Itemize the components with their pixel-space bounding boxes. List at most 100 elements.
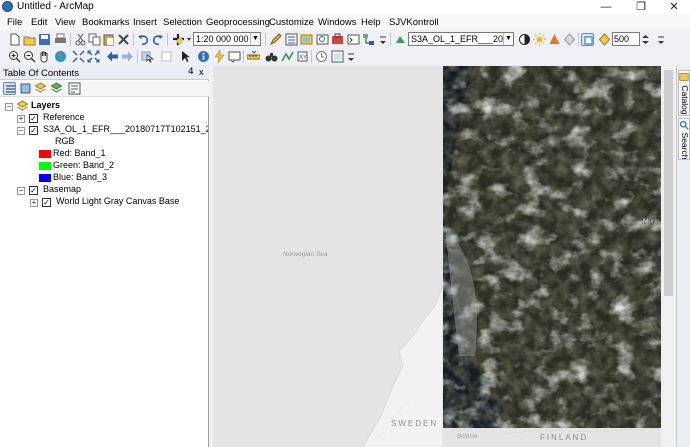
copy-icon[interactable] — [88, 33, 101, 46]
layers-root-label[interactable]: Layers — [31, 100, 60, 112]
zoom-out-icon[interactable] — [23, 50, 36, 63]
add-data-icon[interactable] — [172, 33, 192, 46]
cut-icon[interactable] — [74, 33, 87, 46]
close-button[interactable]: ✕ — [660, 0, 688, 14]
find-binoculars-icon[interactable] — [265, 50, 278, 63]
paste-icon[interactable] — [102, 33, 115, 46]
basemap-visibility-checkbox[interactable]: ✓ — [29, 186, 38, 195]
map-canvas[interactable]: Norwegian Sea SWEDEN FINLAND Bothnia Mur… — [213, 66, 661, 447]
zoom-in-icon[interactable] — [8, 50, 21, 63]
open-folder-icon[interactable] — [23, 33, 36, 46]
reference-visibility-checkbox[interactable]: ✓ — [29, 114, 38, 123]
html-popup-icon[interactable] — [228, 50, 241, 63]
transparency-icon[interactable] — [563, 33, 576, 46]
layer-basemap[interactable]: Basemap — [43, 184, 81, 196]
map-scale-combo[interactable]: 1:20 000 000 ▼ — [193, 32, 261, 46]
expand-reference-toggle[interactable]: + — [17, 115, 25, 123]
arcmap-app-icon — [2, 1, 13, 12]
editor-toolbar-icon[interactable] — [269, 33, 282, 46]
collapse-layers-toggle[interactable]: − — [5, 103, 13, 111]
layer-s3a-raster[interactable]: S3A_OL_1_EFR___20180717T102151_2018071 — [43, 124, 208, 136]
menu-sjvkontroll[interactable]: SJVKontroll — [389, 17, 439, 28]
menu-help[interactable]: Help — [361, 17, 381, 28]
hyperlink-lightning-icon[interactable] — [213, 50, 226, 63]
list-by-selection-icon[interactable] — [50, 82, 63, 95]
catalog-tab[interactable]: Catalog — [678, 70, 690, 116]
effects-flicker-icon[interactable] — [598, 33, 611, 46]
menu-windows[interactable]: Windows — [318, 17, 357, 28]
find-route-icon[interactable] — [281, 50, 294, 63]
table-of-contents-panel: Table Of Contents 4 x − Layers + ✓ Refer… — [0, 66, 209, 447]
new-document-icon[interactable] — [8, 33, 21, 46]
layer-light-gray-canvas[interactable]: World Light Gray Canvas Base — [56, 196, 179, 208]
pin-icon[interactable]: 4 — [188, 67, 194, 77]
map-vertical-scrollbar[interactable] — [661, 66, 676, 447]
toolbar-options-icon[interactable] — [656, 33, 666, 46]
delete-icon[interactable] — [117, 33, 130, 46]
arctoolbox-icon[interactable] — [331, 33, 344, 46]
scrollbar-thumb[interactable] — [664, 70, 673, 296]
search-tab[interactable]: Search — [678, 118, 690, 160]
menu-geoprocessing[interactable]: Geoprocessing — [206, 17, 270, 28]
menu-bookmarks[interactable]: Bookmarks — [82, 17, 130, 28]
brightness-icon[interactable] — [533, 33, 546, 46]
back-extent-icon[interactable] — [106, 50, 119, 63]
full-extent-globe-icon[interactable] — [54, 50, 67, 63]
select-features-icon[interactable] — [141, 50, 157, 63]
go-to-xy-icon[interactable]: XY — [296, 50, 309, 63]
map-view[interactable]: Norwegian Sea SWEDEN FINLAND Bothnia Mur… — [213, 66, 661, 447]
expand-canvas-toggle[interactable]: + — [30, 199, 38, 207]
contrast-icon[interactable] — [518, 33, 531, 46]
menu-edit[interactable]: Edit — [31, 17, 47, 28]
menu-file[interactable]: File — [7, 17, 22, 28]
gamma-icon[interactable] — [548, 33, 561, 46]
measure-icon[interactable] — [247, 50, 260, 63]
list-by-source-icon[interactable] — [19, 82, 32, 95]
fixed-zoom-out-icon[interactable] — [87, 50, 100, 63]
blue-band-swatch — [39, 174, 51, 182]
select-elements-arrow-icon[interactable] — [179, 50, 192, 63]
toolbar-options-icon[interactable] — [346, 50, 356, 63]
list-by-drawing-order-icon[interactable] — [3, 82, 16, 95]
time-slider-icon[interactable] — [315, 50, 328, 63]
pan-hand-icon[interactable] — [38, 50, 51, 63]
s3a-visibility-checkbox[interactable]: ✓ — [29, 126, 38, 135]
create-viewer-icon[interactable] — [331, 50, 344, 63]
collapse-basemap-toggle[interactable]: − — [17, 187, 25, 195]
swipe-layer-icon[interactable] — [581, 33, 594, 46]
image-analysis-icon[interactable] — [394, 33, 407, 46]
fixed-zoom-in-icon[interactable] — [72, 50, 85, 63]
menu-customize[interactable]: Customize — [269, 17, 314, 28]
python-window-icon[interactable] — [347, 33, 360, 46]
catalog-window-icon[interactable] — [300, 33, 313, 46]
forward-extent-icon[interactable] — [121, 50, 134, 63]
spin-stepper-icon[interactable] — [641, 33, 650, 46]
menu-selection[interactable]: Selection — [163, 17, 202, 28]
undo-icon[interactable] — [137, 33, 150, 46]
toc-close-icon[interactable]: x — [199, 67, 204, 77]
flicker-rate-field[interactable]: 500 — [612, 32, 640, 46]
table-of-contents-icon[interactable] — [285, 33, 298, 46]
modelbuilder-icon[interactable] — [362, 33, 375, 46]
toc-title: Table Of Contents — [3, 68, 80, 79]
menu-insert[interactable]: Insert — [133, 17, 157, 28]
collapse-s3a-toggle[interactable]: − — [17, 127, 25, 135]
chevron-down-icon[interactable]: ▼ — [503, 33, 513, 45]
chevron-down-icon[interactable]: ▼ — [250, 33, 260, 45]
layer-selector-combo[interactable]: S3A_OL_1_EFR___2018071 ▼ — [408, 32, 514, 46]
identify-icon[interactable] — [197, 50, 210, 63]
canvas-visibility-checkbox[interactable]: ✓ — [42, 198, 51, 207]
search-window-icon[interactable] — [316, 33, 329, 46]
layer-reference[interactable]: Reference — [43, 112, 85, 124]
maximize-button[interactable]: ❐ — [627, 0, 655, 14]
toc-options-icon[interactable] — [68, 82, 81, 95]
clear-selection-icon[interactable] — [160, 50, 173, 63]
save-icon[interactable] — [38, 33, 51, 46]
blue-band-label: Blue: Band_3 — [53, 172, 108, 182]
menu-view[interactable]: View — [55, 17, 75, 28]
toolbar-options-icon[interactable] — [378, 33, 388, 46]
print-icon[interactable] — [54, 33, 67, 46]
list-by-visibility-icon[interactable] — [34, 82, 47, 95]
redo-icon[interactable] — [151, 33, 164, 46]
minimize-button[interactable]: — — [592, 0, 620, 14]
